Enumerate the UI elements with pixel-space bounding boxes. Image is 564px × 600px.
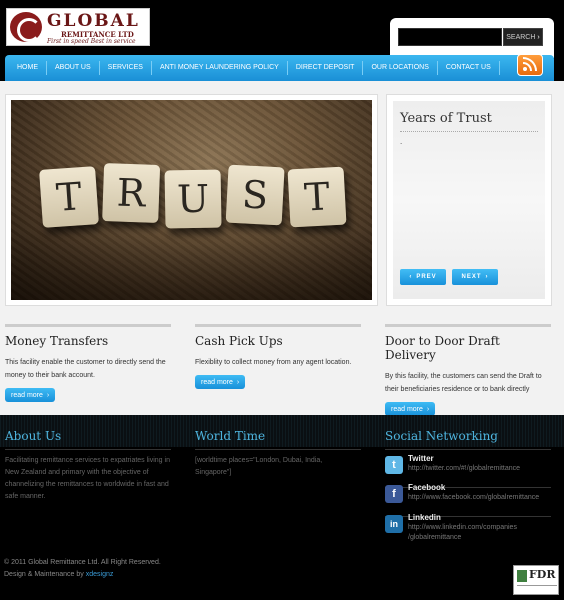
- service-money-transfers: Money Transfers This facility enable the…: [5, 324, 171, 402]
- design-credit-label: Design & Maintenance by: [4, 571, 84, 578]
- read-more-label: read more: [11, 391, 43, 399]
- design-credit-link[interactable]: xdesignz: [86, 571, 114, 578]
- social-name: Twitter: [408, 454, 434, 463]
- nav-item-home[interactable]: HOME: [9, 61, 47, 75]
- tile-letter: T: [39, 166, 99, 228]
- service-title: Money Transfers: [5, 334, 109, 348]
- trust-title: Years of Trust: [400, 111, 492, 126]
- rss-icon[interactable]: [517, 54, 543, 76]
- next-button[interactable]: NEXT ›: [452, 269, 498, 285]
- nav-item-contact-us[interactable]: CONTACT US: [438, 61, 500, 75]
- hero-slider: T R U S T: [5, 94, 378, 306]
- trust-body: .: [400, 137, 403, 146]
- nav-item-aml-policy[interactable]: ANTI MONEY LAUNDERING POLICY: [152, 61, 288, 75]
- divider: [385, 449, 551, 450]
- fdr-logo-icon: [517, 570, 527, 582]
- social-url[interactable]: http://www.facebook.com/globalremittance: [408, 493, 548, 503]
- service-text: By this facility, the customers can send…: [385, 373, 542, 393]
- tile-letter: R: [102, 163, 161, 223]
- site-logo[interactable]: GLOBAL REMITTANCE LTD First in speed Bes…: [6, 8, 150, 46]
- twitter-icon: t: [385, 456, 403, 474]
- divider: [517, 585, 557, 591]
- next-label: NEXT: [461, 274, 482, 280]
- linkedin-icon: in: [385, 515, 403, 533]
- service-text: Flexiblity to collect money from any age…: [195, 359, 352, 366]
- tile-letter: U: [164, 169, 222, 229]
- divider: [5, 449, 171, 450]
- service-cash-pick-ups: Cash Pick Ups Flexiblity to collect mone…: [195, 324, 361, 389]
- tile-letter: S: [225, 164, 285, 226]
- social-twitter[interactable]: t Twitter http://twitter.com/#!/globalre…: [385, 454, 551, 488]
- chevron-right-icon: ›: [426, 405, 430, 413]
- years-of-trust-panel: Years of Trust . ‹ PREV NEXT ›: [386, 94, 552, 306]
- search-button-label: SEARCH: [506, 33, 536, 41]
- fdr-badge[interactable]: FDR: [513, 565, 559, 595]
- nav-item-direct-deposit[interactable]: DIRECT DEPOSIT: [288, 61, 364, 75]
- prev-button[interactable]: ‹ PREV: [400, 269, 446, 285]
- social-name: Linkedin: [408, 513, 441, 522]
- site-footer: About Us Facilitating remittance service…: [0, 415, 564, 600]
- divider: [5, 324, 171, 327]
- nav-item-about-us[interactable]: ABOUT US: [47, 61, 100, 75]
- read-more-label: read more: [391, 405, 423, 413]
- scrabble-tiles: T R U S T: [39, 163, 351, 230]
- nav-item-services[interactable]: SERVICES: [100, 61, 152, 75]
- chevron-right-icon: ›: [236, 378, 240, 386]
- read-more-button[interactable]: read more ›: [5, 388, 56, 402]
- social-linkedin[interactable]: in Linkedin http://www.linkedin.com/comp…: [385, 513, 551, 543]
- search-input[interactable]: [398, 28, 502, 46]
- search-box: SEARCH ›: [390, 18, 554, 58]
- main-content: T R U S T Years of Trust . ‹ PREV NEXT ›…: [0, 81, 564, 416]
- copyright: © 2011 Global Remittance Ltd. All Right …: [4, 557, 161, 581]
- copyright-text: © 2011 Global Remittance Ltd. All Right …: [4, 559, 161, 566]
- chevron-right-icon: ›: [537, 33, 540, 41]
- service-draft-delivery: Door to Door Draft Delivery By this faci…: [385, 324, 551, 416]
- service-text: This facility enable the customer to dir…: [5, 359, 166, 379]
- nav-item-our-locations[interactable]: OUR LOCATIONS: [363, 61, 438, 75]
- divider: [385, 324, 551, 327]
- social-url[interactable]: http://www.linkedin.com/companies /globa…: [408, 523, 548, 543]
- footer-about-title: About Us: [5, 429, 62, 443]
- read-more-label: read more: [201, 378, 233, 386]
- chevron-left-icon: ‹: [409, 274, 413, 280]
- main-nav: HOME ABOUT US SERVICES ANTI MONEY LAUNDE…: [5, 55, 554, 81]
- footer-world-time-text: [worldtime places="London, Dubai, India,…: [195, 457, 323, 476]
- design-credit: Design & Maintenance by xdesignz: [4, 569, 161, 581]
- service-title: Door to Door Draft Delivery: [385, 334, 500, 362]
- read-more-button[interactable]: read more ›: [385, 402, 436, 416]
- footer-about-text: Facilitating remittance services to expa…: [5, 457, 170, 500]
- logo-tagline: First in speed Best in service: [47, 38, 136, 45]
- social-facebook[interactable]: f Facebook http://www.facebook.com/globa…: [385, 483, 551, 517]
- service-title: Cash Pick Ups: [195, 334, 283, 348]
- chevron-right-icon: ›: [46, 391, 50, 399]
- chevron-right-icon: ›: [485, 274, 489, 280]
- read-more-button[interactable]: read more ›: [195, 375, 246, 389]
- footer-world-time-title: World Time: [195, 429, 266, 443]
- prev-label: PREV: [416, 274, 437, 280]
- footer-social-title: Social Networking: [385, 429, 498, 443]
- divider: [195, 449, 361, 450]
- logo-mark-icon: [10, 12, 42, 42]
- fdr-text: FDR: [529, 568, 556, 581]
- social-url[interactable]: http://twitter.com/#!/globalremittance: [408, 464, 548, 474]
- logo-name: GLOBAL: [47, 11, 140, 31]
- tile-letter: T: [287, 166, 347, 228]
- trust-image: T R U S T: [11, 100, 372, 300]
- divider: [195, 324, 361, 327]
- divider: [400, 131, 538, 132]
- social-name: Facebook: [408, 483, 446, 492]
- search-button[interactable]: SEARCH ›: [503, 28, 543, 46]
- facebook-icon: f: [385, 485, 403, 503]
